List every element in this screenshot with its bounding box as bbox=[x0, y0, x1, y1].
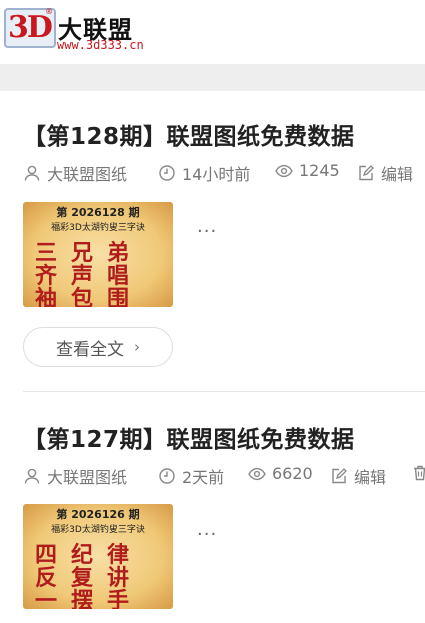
author-name: 大联盟图纸 bbox=[47, 165, 128, 184]
read-more-button[interactable]: 查看全文 › bbox=[23, 327, 173, 367]
meta-delete[interactable] bbox=[411, 464, 425, 482]
meta-time: 2天前 bbox=[158, 464, 224, 488]
logo-registered-mark: ® bbox=[45, 7, 53, 16]
thumb-subtitle: 福彩3D太湖钓叟三字诀 bbox=[51, 223, 145, 233]
verse-line: 四纪律 bbox=[35, 542, 144, 568]
thumb-verse: 三兄弟 齐声唱 袖包围 bbox=[35, 240, 165, 308]
edit-link: 编辑 bbox=[354, 468, 387, 487]
meta-author[interactable]: 大联盟图纸 bbox=[23, 464, 127, 488]
meta-views: 6620 bbox=[248, 464, 313, 483]
post-thumbnail[interactable]: 第 2026128 期 福彩3D太湖钓叟三字诀 三兄弟 齐声唱 袖包围 bbox=[23, 202, 173, 307]
post-time: 14小时前 bbox=[182, 165, 251, 184]
meta-views: 1245 bbox=[275, 161, 340, 180]
edit-link: 编辑 bbox=[381, 165, 414, 184]
site-logo[interactable]: 3D ® 大联盟 www.3d333.cn bbox=[4, 6, 154, 54]
meta-time: 14小时前 bbox=[158, 161, 250, 185]
site-header: 3D ® 大联盟 www.3d333.cn bbox=[0, 0, 425, 64]
post-thumbnail[interactable]: 第 2026126 期 福彩3D太湖钓叟三字诀 四纪律 反复讲 一摆手 bbox=[23, 504, 173, 609]
verse-line: 齐声唱 bbox=[35, 263, 144, 289]
post-meta: 大联盟图纸 2天前 6620 编辑 bbox=[23, 464, 425, 488]
clock-icon bbox=[158, 467, 176, 485]
chevron-right-icon: › bbox=[134, 338, 140, 356]
verse-line: 反复讲 bbox=[35, 565, 144, 591]
edit-icon bbox=[357, 164, 375, 182]
edit-icon bbox=[330, 467, 348, 485]
thumb-issue: 第 2026128 期 bbox=[56, 206, 140, 219]
verse-line: 一摆手 bbox=[35, 588, 144, 610]
post-title[interactable]: 【第128期】联盟图纸免费数据 bbox=[23, 117, 425, 151]
post-card: 【第128期】联盟图纸免费数据 大联盟图纸 14小时前 1245 编辑 第 20… bbox=[23, 117, 425, 377]
read-more-label: 查看全文 bbox=[56, 339, 124, 360]
post-title[interactable]: 【第127期】联盟图纸免费数据 bbox=[23, 420, 425, 454]
post-meta: 大联盟图纸 14小时前 1245 编辑 bbox=[23, 161, 425, 185]
view-count: 1245 bbox=[299, 161, 340, 180]
thumb-subtitle: 福彩3D太湖钓叟三字诀 bbox=[51, 525, 145, 535]
trash-icon bbox=[411, 464, 425, 482]
excerpt-ellipsis: ··· bbox=[197, 524, 218, 545]
user-icon bbox=[23, 467, 41, 485]
excerpt-ellipsis: ··· bbox=[197, 221, 218, 242]
view-count: 6620 bbox=[272, 464, 313, 483]
verse-line: 袖包围 bbox=[35, 286, 144, 308]
post-time: 2天前 bbox=[182, 468, 225, 487]
thumb-issue: 第 2026126 期 bbox=[56, 508, 140, 521]
meta-edit[interactable]: 编辑 bbox=[357, 161, 413, 185]
thumb-verse: 四纪律 反复讲 一摆手 bbox=[35, 542, 165, 610]
verse-line: 三兄弟 bbox=[35, 240, 144, 266]
logo-url: www.3d333.cn bbox=[57, 38, 144, 52]
author-name: 大联盟图纸 bbox=[47, 468, 128, 487]
user-icon bbox=[23, 164, 41, 182]
header-separator-band bbox=[0, 64, 425, 91]
meta-author[interactable]: 大联盟图纸 bbox=[23, 161, 127, 185]
post-divider bbox=[23, 391, 425, 392]
clock-icon bbox=[158, 164, 176, 182]
post-card: 【第127期】联盟图纸免费数据 大联盟图纸 2天前 6620 编辑 第 2026… bbox=[23, 420, 425, 623]
eye-icon bbox=[275, 162, 293, 180]
eye-icon bbox=[248, 465, 266, 483]
meta-edit[interactable]: 编辑 bbox=[330, 464, 386, 488]
